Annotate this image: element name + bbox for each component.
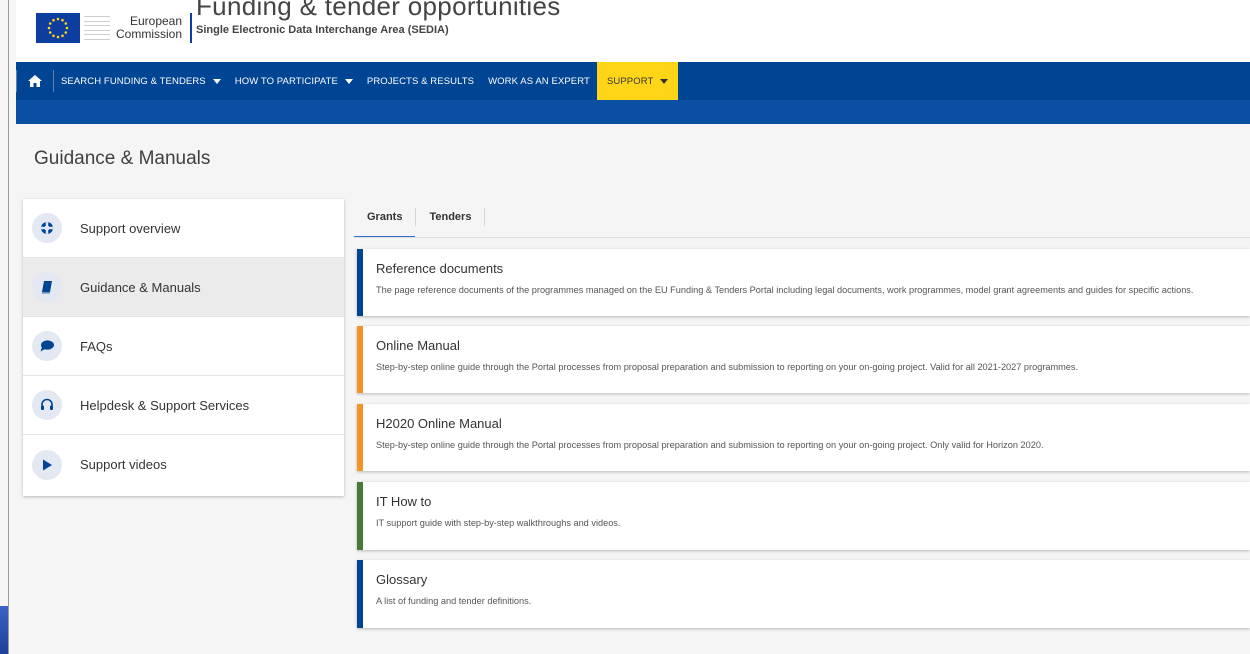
support-side-menu: Support overview Guidance & Manuals FAQs…: [23, 199, 344, 496]
caret-down-icon: [660, 78, 669, 84]
lifebuoy-icon: [32, 213, 62, 243]
site-header: European Commission Funding & tender opp…: [16, 0, 1250, 62]
sidebar-item-label: FAQs: [80, 338, 113, 354]
nav-label: PROJECTS & RESULTS: [366, 75, 475, 87]
nav-projects-results[interactable]: PROJECTS & RESULTS: [360, 62, 481, 100]
tabs-divider: [354, 237, 1250, 238]
card-title[interactable]: H2020 Online Manual: [376, 416, 1250, 431]
nav-how-to-participate[interactable]: HOW TO PARTICIPATE: [228, 62, 360, 100]
window-edge: [8, 0, 9, 654]
card-description: The page reference documents of the prog…: [376, 285, 1194, 295]
play-icon: [32, 449, 62, 480]
sidebar-item-label: Support overview: [80, 220, 181, 236]
card-description: Step-by-step online guide through the Po…: [376, 440, 1044, 450]
sidebar-item-faqs[interactable]: FAQs: [23, 317, 344, 376]
logo-decoration: [84, 13, 110, 43]
book-icon: [32, 272, 62, 302]
nav-label: SUPPORT: [606, 75, 654, 87]
sidebar-item-helpdesk[interactable]: Helpdesk & Support Services: [23, 376, 344, 435]
speech-bubble-icon: [32, 331, 62, 361]
card-h2020-online-manual[interactable]: H2020 Online Manual Step-by-step online …: [357, 404, 1250, 471]
card-description: IT support guide with step-by-step walkt…: [376, 518, 621, 528]
tab-tenders[interactable]: Tenders: [416, 197, 484, 237]
content-tabs: Grants Tenders: [354, 197, 486, 238]
card-description: Step-by-step online guide through the Po…: [376, 362, 1079, 372]
desktop-edge: [0, 606, 8, 654]
card-online-manual[interactable]: Online Manual Step-by-step online guide …: [357, 326, 1250, 393]
main-navigation: SEARCH FUNDING & TENDERS HOW TO PARTICIP…: [16, 62, 1250, 100]
sidebar-item-guidance-manuals[interactable]: Guidance & Manuals: [23, 258, 344, 317]
card-reference-documents[interactable]: Reference documents The page reference d…: [357, 249, 1250, 316]
site-title[interactable]: Funding & tender opportunities: [196, 0, 561, 22]
sidebar-item-label: Support videos: [80, 457, 167, 472]
caret-down-icon: [344, 78, 353, 84]
sidebar-item-label: Helpdesk & Support Services: [80, 397, 250, 413]
nav-search-funding-tenders[interactable]: SEARCH FUNDING & TENDERS: [54, 62, 228, 100]
site-subtitle: Single Electronic Data Interchange Area …: [196, 24, 449, 36]
nav-label: WORK AS AN EXPERT: [488, 75, 590, 87]
card-it-how-to[interactable]: IT How to IT support guide with step-by-…: [357, 482, 1250, 550]
card-title[interactable]: Reference documents: [376, 261, 1250, 276]
logo-line-2: Commission: [116, 27, 183, 41]
tab-separator: [484, 208, 486, 226]
european-commission-logo[interactable]: European Commission: [36, 8, 193, 48]
card-description: A list of funding and tender definitions…: [376, 596, 532, 606]
home-icon: [28, 75, 42, 87]
logo-text: European Commission: [116, 13, 193, 43]
nav-label: HOW TO PARTICIPATE: [234, 75, 338, 87]
nav-support[interactable]: SUPPORT: [596, 62, 679, 100]
nav-label: SEARCH FUNDING & TENDERS: [61, 75, 206, 87]
nav-work-as-expert[interactable]: WORK AS AN EXPERT: [481, 62, 597, 100]
headset-icon: [32, 390, 62, 420]
card-title[interactable]: IT How to: [376, 494, 1250, 509]
sidebar-item-label: Guidance & Manuals: [80, 279, 201, 295]
card-glossary[interactable]: Glossary A list of funding and tender de…: [357, 560, 1250, 628]
home-button[interactable]: [17, 62, 53, 100]
caret-down-icon: [212, 78, 221, 84]
sidebar-item-support-overview[interactable]: Support overview: [23, 199, 344, 258]
tab-grants[interactable]: Grants: [354, 197, 416, 238]
page-title: Guidance & Manuals: [34, 148, 211, 169]
sidebar-item-support-videos[interactable]: Support videos: [23, 435, 344, 494]
eu-flag-icon: [36, 13, 80, 43]
card-title[interactable]: Online Manual: [376, 338, 1250, 353]
card-title[interactable]: Glossary: [376, 572, 1250, 587]
subnav-band: [16, 100, 1250, 124]
